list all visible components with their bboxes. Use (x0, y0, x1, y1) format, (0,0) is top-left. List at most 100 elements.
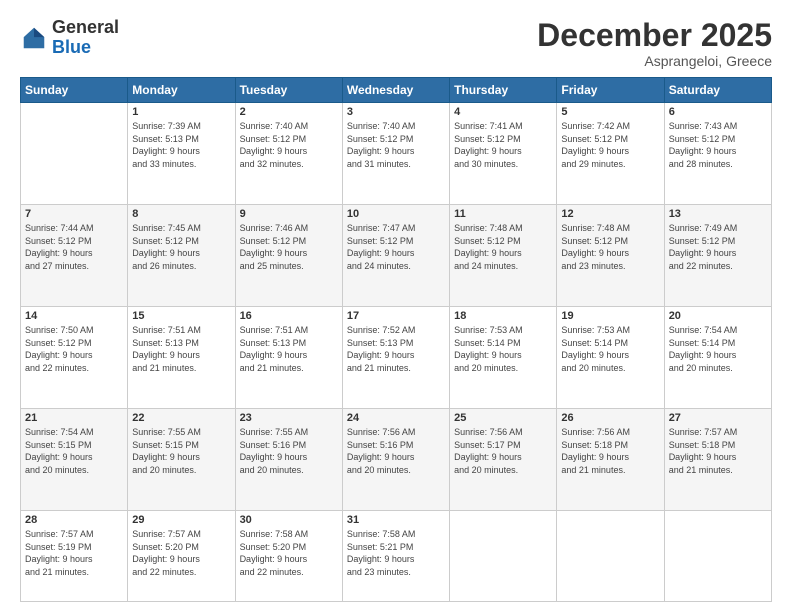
cell-info: Sunrise: 7:56 AM Sunset: 5:16 PM Dayligh… (347, 426, 445, 476)
day-number: 27 (669, 412, 767, 424)
day-number: 13 (669, 208, 767, 220)
cell-info: Sunrise: 7:48 AM Sunset: 5:12 PM Dayligh… (454, 222, 552, 272)
cell-info: Sunrise: 7:51 AM Sunset: 5:13 PM Dayligh… (240, 324, 338, 374)
calendar-cell: 20 Sunrise: 7:54 AM Sunset: 5:14 PM Dayli… (664, 307, 771, 409)
day-number: 3 (347, 106, 445, 118)
day-number: 4 (454, 106, 552, 118)
day-number: 15 (132, 310, 230, 322)
subtitle: Asprangeloi, Greece (537, 53, 772, 69)
cell-info: Sunrise: 7:41 AM Sunset: 5:12 PM Dayligh… (454, 120, 552, 170)
cell-info: Sunrise: 7:44 AM Sunset: 5:12 PM Dayligh… (25, 222, 123, 272)
calendar-week-row: 7Sunrise: 7:44 AM Sunset: 5:12 PM Daylig… (21, 205, 772, 307)
day-number: 21 (25, 412, 123, 424)
cell-info: Sunrise: 7:39 AM Sunset: 5:13 PM Dayligh… (132, 120, 230, 170)
calendar-cell: 19 Sunrise: 7:53 AM Sunset: 5:14 PM Dayli… (557, 307, 664, 409)
calendar-cell: 3 Sunrise: 7:40 AM Sunset: 5:12 PM Daylig… (342, 103, 449, 205)
day-number: 24 (347, 412, 445, 424)
day-number: 1 (132, 106, 230, 118)
cell-info: Sunrise: 7:56 AM Sunset: 5:17 PM Dayligh… (454, 426, 552, 476)
cell-info: Sunrise: 7:52 AM Sunset: 5:13 PM Dayligh… (347, 324, 445, 374)
day-number: 31 (347, 514, 445, 526)
calendar-cell: 1 Sunrise: 7:39 AM Sunset: 5:13 PM Daylig… (128, 103, 235, 205)
logo: General Blue (20, 18, 119, 58)
day-number: 11 (454, 208, 552, 220)
cell-info: Sunrise: 7:48 AM Sunset: 5:12 PM Dayligh… (561, 222, 659, 272)
cell-info: Sunrise: 7:57 AM Sunset: 5:20 PM Dayligh… (132, 528, 230, 578)
cell-info: Sunrise: 7:43 AM Sunset: 5:12 PM Dayligh… (669, 120, 767, 170)
cell-info: Sunrise: 7:50 AM Sunset: 5:12 PM Dayligh… (25, 324, 123, 374)
day-number: 22 (132, 412, 230, 424)
day-number: 26 (561, 412, 659, 424)
calendar-cell: 27 Sunrise: 7:57 AM Sunset: 5:18 PM Dayli… (664, 409, 771, 511)
day-number: 10 (347, 208, 445, 220)
calendar-cell: 14 Sunrise: 7:50 AM Sunset: 5:12 PM Dayli… (21, 307, 128, 409)
day-number: 2 (240, 106, 338, 118)
calendar-cell: 6 Sunrise: 7:43 AM Sunset: 5:12 PM Daylig… (664, 103, 771, 205)
calendar-cell: 11 Sunrise: 7:48 AM Sunset: 5:12 PM Dayli… (450, 205, 557, 307)
cell-info: Sunrise: 7:40 AM Sunset: 5:12 PM Dayligh… (240, 120, 338, 170)
calendar-header-row: SundayMondayTuesdayWednesdayThursdayFrid… (21, 78, 772, 103)
calendar-cell: 17 Sunrise: 7:52 AM Sunset: 5:13 PM Dayli… (342, 307, 449, 409)
day-number: 8 (132, 208, 230, 220)
day-number: 18 (454, 310, 552, 322)
day-number: 5 (561, 106, 659, 118)
column-header-tuesday: Tuesday (235, 78, 342, 103)
logo-text: General Blue (52, 18, 119, 58)
calendar-cell: 13 Sunrise: 7:49 AM Sunset: 5:12 PM Dayli… (664, 205, 771, 307)
calendar-cell: 2 Sunrise: 7:40 AM Sunset: 5:12 PM Daylig… (235, 103, 342, 205)
cell-info: Sunrise: 7:49 AM Sunset: 5:12 PM Dayligh… (669, 222, 767, 272)
main-title: December 2025 (537, 18, 772, 53)
cell-info: Sunrise: 7:58 AM Sunset: 5:21 PM Dayligh… (347, 528, 445, 578)
calendar-cell (664, 511, 771, 602)
cell-info: Sunrise: 7:53 AM Sunset: 5:14 PM Dayligh… (454, 324, 552, 374)
day-number: 14 (25, 310, 123, 322)
calendar-cell: 31 Sunrise: 7:58 AM Sunset: 5:21 PM Dayli… (342, 511, 449, 602)
calendar-cell (557, 511, 664, 602)
calendar-cell: 26 Sunrise: 7:56 AM Sunset: 5:18 PM Dayli… (557, 409, 664, 511)
calendar-cell: 21Sunrise: 7:54 AM Sunset: 5:15 PM Dayli… (21, 409, 128, 511)
cell-info: Sunrise: 7:46 AM Sunset: 5:12 PM Dayligh… (240, 222, 338, 272)
logo-icon (20, 24, 48, 52)
cell-info: Sunrise: 7:54 AM Sunset: 5:14 PM Dayligh… (669, 324, 767, 374)
day-number: 25 (454, 412, 552, 424)
calendar-cell: 29 Sunrise: 7:57 AM Sunset: 5:20 PM Dayli… (128, 511, 235, 602)
calendar-table: SundayMondayTuesdayWednesdayThursdayFrid… (20, 77, 772, 602)
calendar-cell: 30Sunrise: 7:58 AM Sunset: 5:20 PM Dayli… (235, 511, 342, 602)
calendar-cell: 5 Sunrise: 7:42 AM Sunset: 5:12 PM Daylig… (557, 103, 664, 205)
calendar-cell: 28Sunrise: 7:57 AM Sunset: 5:19 PM Dayli… (21, 511, 128, 602)
cell-info: Sunrise: 7:57 AM Sunset: 5:18 PM Dayligh… (669, 426, 767, 476)
calendar-cell (450, 511, 557, 602)
day-number: 6 (669, 106, 767, 118)
calendar-week-row: 21Sunrise: 7:54 AM Sunset: 5:15 PM Dayli… (21, 409, 772, 511)
day-number: 29 (132, 514, 230, 526)
calendar-cell (21, 103, 128, 205)
cell-info: Sunrise: 7:40 AM Sunset: 5:12 PM Dayligh… (347, 120, 445, 170)
calendar-cell: 4 Sunrise: 7:41 AM Sunset: 5:12 PM Daylig… (450, 103, 557, 205)
column-header-monday: Monday (128, 78, 235, 103)
cell-info: Sunrise: 7:55 AM Sunset: 5:16 PM Dayligh… (240, 426, 338, 476)
calendar-cell: 16Sunrise: 7:51 AM Sunset: 5:13 PM Dayli… (235, 307, 342, 409)
calendar-cell: 23Sunrise: 7:55 AM Sunset: 5:16 PM Dayli… (235, 409, 342, 511)
day-number: 17 (347, 310, 445, 322)
column-header-sunday: Sunday (21, 78, 128, 103)
calendar-cell: 18 Sunrise: 7:53 AM Sunset: 5:14 PM Dayli… (450, 307, 557, 409)
column-header-wednesday: Wednesday (342, 78, 449, 103)
cell-info: Sunrise: 7:56 AM Sunset: 5:18 PM Dayligh… (561, 426, 659, 476)
header: General Blue December 2025 Asprangeloi, … (20, 18, 772, 69)
calendar-cell: 12Sunrise: 7:48 AM Sunset: 5:12 PM Dayli… (557, 205, 664, 307)
calendar-cell: 7Sunrise: 7:44 AM Sunset: 5:12 PM Daylig… (21, 205, 128, 307)
calendar-cell: 8Sunrise: 7:45 AM Sunset: 5:12 PM Daylig… (128, 205, 235, 307)
column-header-friday: Friday (557, 78, 664, 103)
day-number: 19 (561, 310, 659, 322)
page: General Blue December 2025 Asprangeloi, … (0, 0, 792, 612)
calendar-cell: 25 Sunrise: 7:56 AM Sunset: 5:17 PM Dayli… (450, 409, 557, 511)
calendar-cell: 9 Sunrise: 7:46 AM Sunset: 5:12 PM Daylig… (235, 205, 342, 307)
calendar-week-row: 28Sunrise: 7:57 AM Sunset: 5:19 PM Dayli… (21, 511, 772, 602)
day-number: 9 (240, 208, 338, 220)
day-number: 28 (25, 514, 123, 526)
cell-info: Sunrise: 7:47 AM Sunset: 5:12 PM Dayligh… (347, 222, 445, 272)
cell-info: Sunrise: 7:42 AM Sunset: 5:12 PM Dayligh… (561, 120, 659, 170)
day-number: 20 (669, 310, 767, 322)
cell-info: Sunrise: 7:53 AM Sunset: 5:14 PM Dayligh… (561, 324, 659, 374)
cell-info: Sunrise: 7:58 AM Sunset: 5:20 PM Dayligh… (240, 528, 338, 578)
